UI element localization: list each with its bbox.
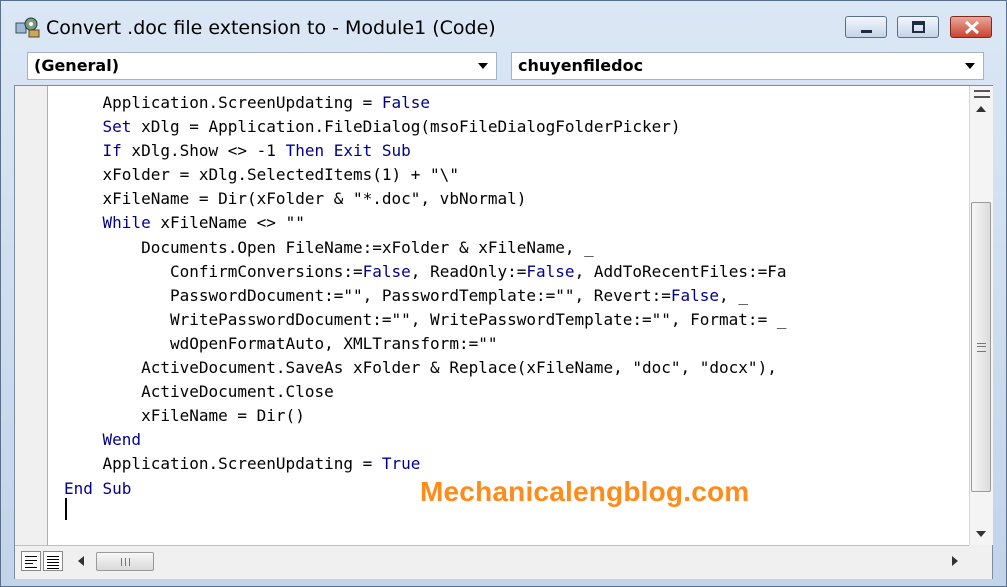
code-editor[interactable]: Application.ScreenUpdating = False Set x…: [48, 86, 981, 545]
code-line[interactable]: xFileName = Dir(): [64, 406, 305, 425]
watermark: Mechanicalengblog.com: [420, 476, 750, 507]
code-line[interactable]: xFileName = Dir(xFolder & "*.doc", vbNor…: [64, 189, 527, 208]
code-line[interactable]: While xFileName <> "": [64, 213, 305, 232]
maximize-button[interactable]: [897, 16, 939, 38]
procedure-dropdown-value: chuyenfiledoc: [518, 56, 644, 75]
scroll-up-icon[interactable]: [976, 106, 986, 112]
text-caret: [65, 498, 67, 520]
code-line[interactable]: ActiveDocument.Close: [64, 382, 334, 401]
title-bar[interactable]: Convert .doc file extension to - Module1…: [1, 1, 1006, 45]
code-line[interactable]: Wend: [64, 430, 142, 449]
code-line[interactable]: PasswordDocument:="", PasswordTemplate:=…: [64, 286, 748, 305]
code-line[interactable]: Application.ScreenUpdating = False: [64, 93, 431, 112]
close-icon: [964, 20, 980, 35]
code-line[interactable]: End Sub: [64, 479, 131, 498]
margin-indicator-bar[interactable]: [15, 86, 48, 545]
code-line[interactable]: ConfirmConversions:=False, ReadOnly:=Fal…: [64, 262, 787, 281]
chevron-down-icon: [965, 63, 975, 69]
grip-icon: [977, 343, 986, 352]
horizontal-scrollbar[interactable]: [70, 551, 965, 573]
maximize-icon: [912, 21, 925, 33]
scrollbar-corner: [969, 545, 992, 578]
code-line[interactable]: Application.ScreenUpdating = True: [64, 454, 421, 473]
procedure-view-button[interactable]: [21, 551, 41, 571]
code-line[interactable]: Documents.Open FileName:=xFolder & xFile…: [64, 238, 594, 257]
minimize-icon: [861, 30, 872, 33]
code-pane: Application.ScreenUpdating = False Set x…: [14, 85, 993, 579]
vertical-scroll-thumb[interactable]: [971, 202, 991, 492]
scroll-down-icon[interactable]: [976, 531, 986, 537]
full-module-view-button[interactable]: [43, 551, 63, 571]
code-line[interactable]: xFolder = xDlg.SelectedItems(1) + "\": [64, 165, 459, 184]
chevron-down-icon: [478, 63, 488, 69]
minimize-button[interactable]: [845, 16, 887, 38]
code-line[interactable]: If xDlg.Show <> -1 Then Exit Sub: [64, 141, 411, 160]
horizontal-scroll-thumb[interactable]: [96, 552, 154, 571]
scroll-left-icon[interactable]: [78, 556, 84, 566]
close-button[interactable]: [950, 16, 992, 38]
scroll-right-icon[interactable]: [952, 556, 958, 566]
procedure-dropdown[interactable]: chuyenfiledoc: [511, 52, 984, 80]
vba-project-icon: [15, 17, 40, 38]
object-dropdown-value: (General): [34, 56, 120, 75]
code-line[interactable]: Set xDlg = Application.FileDialog(msoFil…: [64, 117, 681, 136]
split-bar-handle[interactable]: [974, 90, 990, 98]
bottom-bar: [15, 545, 992, 579]
object-dropdown[interactable]: (General): [27, 52, 497, 80]
code-line[interactable]: ActiveDocument.SaveAs xFolder & Replace(…: [64, 358, 777, 377]
window-title: Convert .doc file extension to - Module1…: [46, 17, 496, 39]
code-text[interactable]: Application.ScreenUpdating = False Set x…: [64, 91, 786, 501]
vertical-scrollbar[interactable]: [969, 86, 993, 545]
code-line[interactable]: WritePasswordDocument:="", WritePassword…: [64, 310, 787, 329]
code-window: Convert .doc file extension to - Module1…: [0, 0, 1007, 587]
code-line[interactable]: wdOpenFormatAuto, XMLTransform:="": [64, 334, 498, 353]
